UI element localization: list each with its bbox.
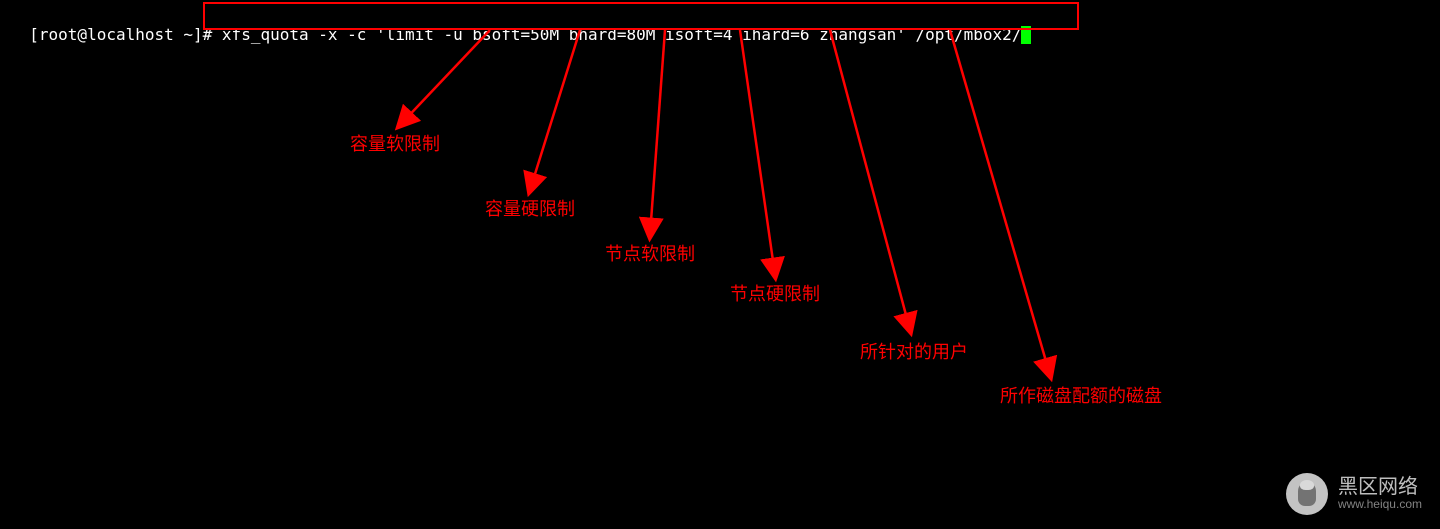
label-disk: 所作磁盘配额的磁盘	[1000, 382, 1162, 408]
terminal-line: [root@localhost ~]# xfs_quota -x -c 'lim…	[10, 6, 1031, 44]
label-isoft: 节点软限制	[605, 240, 695, 266]
label-bhard: 容量硬限制	[485, 195, 575, 221]
watermark: 黑区网络 www.heiqu.com	[1286, 473, 1422, 515]
command-text: xfs_quota -x -c 'limit -u bsoft=50M bhar…	[222, 25, 1022, 44]
label-bsoft: 容量软限制	[350, 130, 440, 156]
watermark-logo-icon	[1286, 473, 1328, 515]
cursor-icon	[1021, 26, 1031, 44]
watermark-title: 黑区网络	[1338, 477, 1422, 497]
label-ihard: 节点硬限制	[730, 280, 820, 306]
watermark-url: www.heiqu.com	[1338, 497, 1422, 511]
label-user: 所针对的用户	[860, 338, 968, 364]
prompt: [root@localhost ~]#	[29, 25, 222, 44]
annotation-arrows	[0, 0, 1440, 529]
